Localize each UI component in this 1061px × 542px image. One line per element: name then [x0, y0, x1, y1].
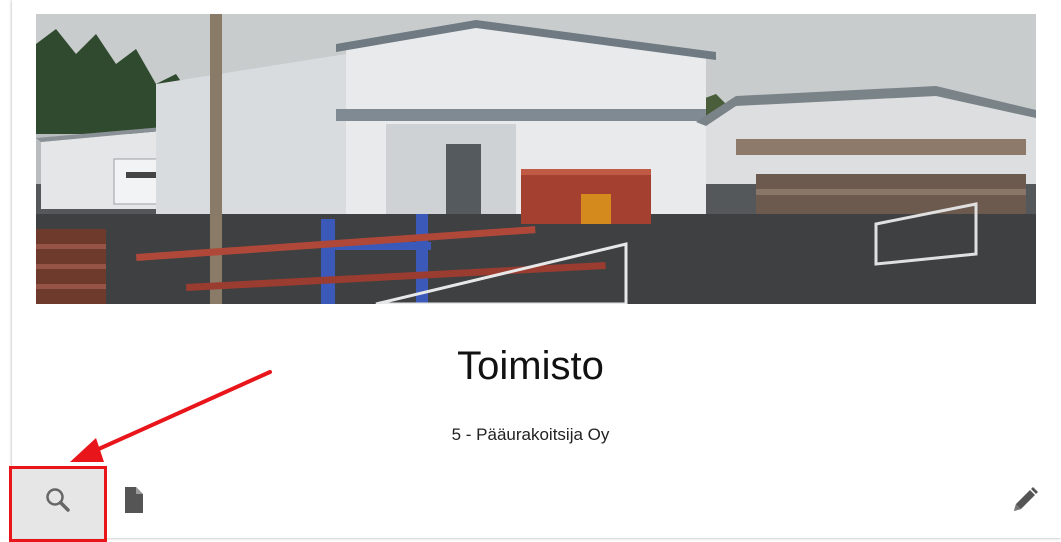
edit-button[interactable]	[1000, 480, 1050, 524]
site-photo	[36, 14, 1036, 304]
pencil-icon	[1009, 484, 1041, 521]
search-button[interactable]	[9, 466, 106, 538]
document-icon	[122, 485, 146, 520]
document-button[interactable]	[112, 480, 156, 524]
card-title: Toimisto	[457, 344, 604, 388]
search-icon	[42, 484, 74, 521]
card-subtitle: 5 - Pääurakoitsija Oy	[451, 425, 610, 444]
